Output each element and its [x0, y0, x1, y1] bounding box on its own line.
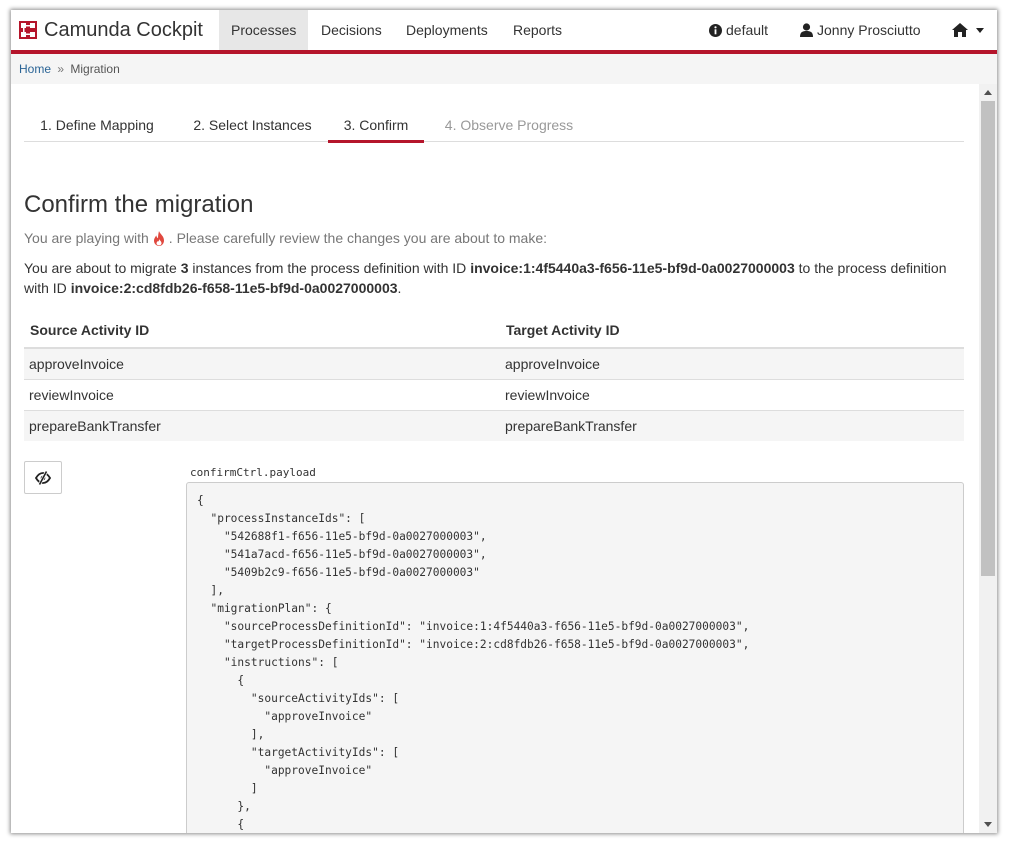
home-icon — [952, 23, 968, 37]
brand[interactable]: Camunda Cockpit — [19, 10, 203, 50]
breadcrumb-current: Migration — [70, 62, 120, 76]
nav-decisions[interactable]: Decisions — [309, 10, 394, 50]
intro-before: You are playing with — [24, 230, 149, 246]
breadcrumb: Home » Migration — [11, 54, 997, 84]
target-activity-cell: approveInvoice — [500, 347, 964, 380]
wizard-steps: 1. Define Mapping 2. Select Instances 3.… — [24, 110, 964, 143]
camunda-logo-icon — [19, 21, 37, 39]
toggle-payload-button[interactable] — [24, 461, 62, 494]
source-activity-cell: approveInvoice — [24, 347, 500, 380]
migration-content: 1. Define Mapping 2. Select Instances 3.… — [24, 84, 964, 833]
nav-processes[interactable]: Processes — [219, 10, 309, 50]
user-menu[interactable]: Jonny Prosciutto — [800, 10, 921, 50]
browser-window: Camunda Cockpit Processes Decisions Depl… — [11, 10, 997, 833]
scroll-up-arrow-icon[interactable] — [979, 84, 997, 101]
nav-deployments[interactable]: Deployments — [394, 10, 500, 50]
breadcrumb-home[interactable]: Home — [19, 62, 51, 76]
migration-description: You are about to migrate 3 instances fro… — [24, 258, 954, 298]
user-icon — [800, 23, 813, 37]
step-define-mapping[interactable]: 1. Define Mapping — [24, 110, 170, 141]
step-select-instances[interactable]: 2. Select Instances — [180, 110, 325, 141]
target-definition-id: invoice:2:cd8fdb26-f658-11e5-bf9d-0a0027… — [70, 280, 398, 296]
target-activity-cell: prepareBankTransfer — [500, 410, 964, 441]
info-circle-icon — [709, 23, 722, 37]
engine-name: default — [726, 22, 769, 38]
payload-code-block: { "processInstanceIds": [ "542688f1-f656… — [186, 482, 964, 833]
instance-count: 3 — [180, 260, 189, 276]
target-activity-cell: reviewInvoice — [500, 379, 964, 411]
activity-mapping-table: Source Activity ID Target Activity ID ap… — [24, 313, 964, 441]
desc-part-1: You are about to migrate — [24, 260, 181, 276]
vertical-scrollbar[interactable] — [979, 84, 997, 833]
eye-slash-icon — [35, 470, 51, 485]
desc-part-2: instances from the process definition wi… — [188, 260, 471, 276]
user-name: Jonny Prosciutto — [817, 22, 921, 38]
intro-text: You are playing with . Please carefully … — [24, 230, 547, 246]
page-title: Confirm the migration — [24, 191, 254, 218]
column-header-source: Source Activity ID — [24, 313, 500, 349]
column-header-target: Target Activity ID — [500, 313, 964, 349]
engine-selector[interactable]: default — [709, 10, 768, 50]
intro-after: . Please carefully review the changes yo… — [168, 230, 548, 246]
desc-part-4: . — [397, 280, 402, 296]
fire-icon — [153, 230, 164, 246]
table-row: prepareBankTransfer prepareBankTransfer — [24, 410, 964, 441]
table-row: reviewInvoice reviewInvoice — [24, 379, 964, 411]
nav-reports[interactable]: Reports — [501, 10, 574, 50]
step-confirm[interactable]: 3. Confirm — [328, 110, 424, 143]
breadcrumb-separator: » — [57, 62, 65, 76]
payload-label: confirmCtrl.payload — [190, 466, 316, 479]
step-observe-progress: 4. Observe Progress — [444, 117, 574, 133]
table-header-row: Source Activity ID Target Activity ID — [24, 313, 964, 349]
payload-json: { "processInstanceIds": [ "542688f1-f656… — [197, 494, 750, 831]
navbar: Camunda Cockpit Processes Decisions Depl… — [11, 10, 997, 54]
source-activity-cell: prepareBankTransfer — [24, 410, 500, 441]
caret-down-icon — [976, 27, 984, 33]
home-menu[interactable] — [952, 10, 988, 50]
scrollbar-thumb[interactable] — [981, 101, 995, 576]
table-row: approveInvoice approveInvoice — [24, 347, 964, 380]
source-definition-id: invoice:1:4f5440a3-f656-11e5-bf9d-0a0027… — [470, 260, 795, 276]
source-activity-cell: reviewInvoice — [24, 379, 500, 411]
scroll-down-arrow-icon[interactable] — [979, 816, 997, 833]
brand-title: Camunda Cockpit — [44, 18, 203, 41]
